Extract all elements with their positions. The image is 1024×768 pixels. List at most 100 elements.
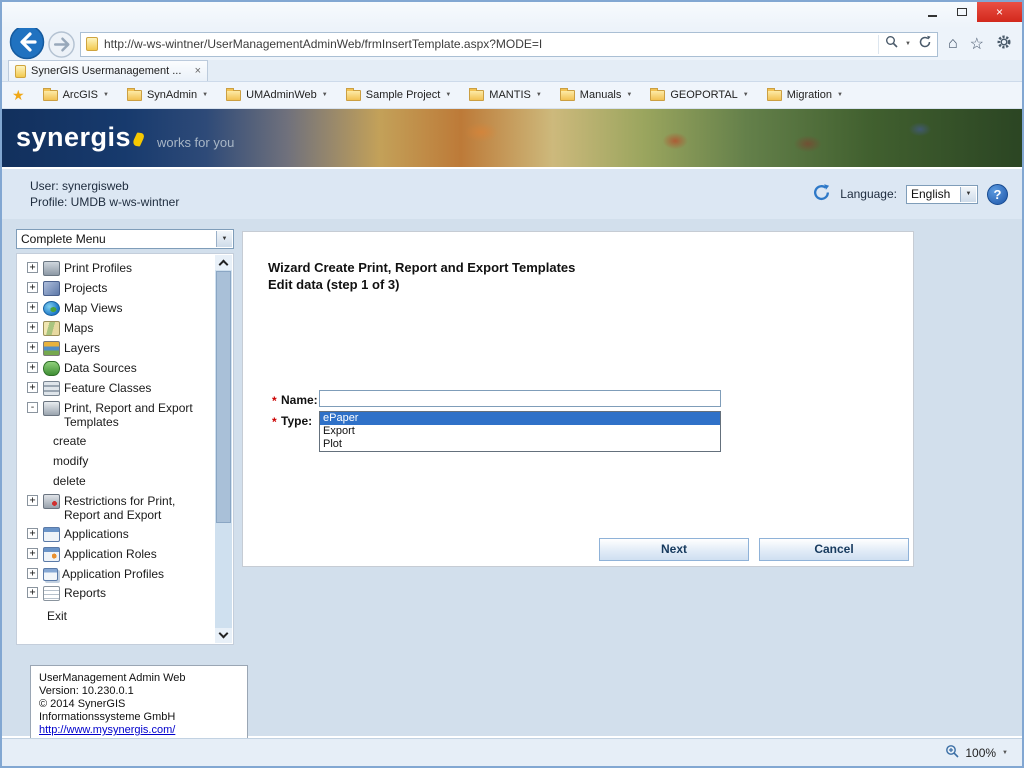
favorites-folder-mantis[interactable]: MANTIS▼ <box>461 86 550 104</box>
footer-line: UserManagement Admin Web <box>39 672 239 685</box>
favorites-bar: ★ ArcGIS▼ SynAdmin▼ UMAdminWeb▼ Sample P… <box>2 82 1022 109</box>
sidebar-item-reports[interactable]: +Reports <box>21 583 213 603</box>
name-input[interactable] <box>319 390 721 407</box>
logo-swoosh-icon <box>131 132 145 146</box>
favorites-folder-geoportal[interactable]: GEOPORTAL▼ <box>642 86 756 104</box>
favorites-star-icon[interactable]: ★ <box>12 87 25 104</box>
sidebar-item-modify[interactable]: modify <box>21 451 213 471</box>
sidebar-item-application-roles[interactable]: +Application Roles <box>21 544 213 564</box>
language-select[interactable]: English ▼ <box>906 185 978 204</box>
forward-button[interactable] <box>46 30 76 58</box>
refresh-icon[interactable] <box>918 35 932 54</box>
sidebar-item-layers[interactable]: +Layers <box>21 338 213 358</box>
sidebar-item-label: create <box>53 434 86 449</box>
minimize-button[interactable] <box>917 2 947 22</box>
favorites-folder-migration[interactable]: Migration▼ <box>759 86 851 104</box>
sidebar-item-projects[interactable]: +Projects <box>21 278 213 298</box>
chevron-down-icon: ▼ <box>445 92 451 98</box>
sidebar-item-print-report-export-templates[interactable]: -Print, Report and Export Templates <box>21 398 213 431</box>
tab-close-icon[interactable]: × <box>195 65 201 77</box>
sidebar-item-maps[interactable]: +Maps <box>21 318 213 338</box>
sidebar-item-applications[interactable]: +Applications <box>21 524 213 544</box>
sidebar-item-feature-classes[interactable]: +Feature Classes <box>21 378 213 398</box>
folder-icon <box>226 90 241 101</box>
sidebar-item-label: Data Sources <box>64 361 137 375</box>
favorites-folder-manuals[interactable]: Manuals▼ <box>552 86 641 104</box>
expand-icon[interactable]: + <box>27 362 38 373</box>
favorites-folder-synadmin[interactable]: SynAdmin▼ <box>119 86 216 104</box>
footer-line: Informationssysteme GmbH <box>39 711 239 724</box>
zoom-control[interactable]: 100% ▼ <box>945 744 1008 761</box>
maximize-button[interactable] <box>947 2 977 22</box>
menu-tree: +Print Profiles +Projects +Map Views +Ma… <box>16 253 234 645</box>
settings-gear-icon[interactable] <box>996 34 1012 55</box>
collapse-icon[interactable]: - <box>27 402 38 413</box>
tab-row: SynerGIS Usermanagement ... × <box>2 60 1022 82</box>
projects-icon <box>43 281 60 296</box>
scroll-down-icon[interactable] <box>215 628 232 643</box>
chevron-down-icon: ▼ <box>202 92 208 98</box>
sidebar-item-label: delete <box>53 474 86 489</box>
favorites-icon[interactable]: ☆ <box>970 34 984 54</box>
scroll-up-icon[interactable] <box>215 255 232 270</box>
help-icon[interactable]: ? <box>987 184 1008 205</box>
favorites-folder-umadminweb[interactable]: UMAdminWeb▼ <box>218 86 336 104</box>
expand-icon[interactable]: + <box>27 548 38 559</box>
chevron-down-icon[interactable]: ▼ <box>905 41 911 47</box>
data-sources-icon <box>43 361 60 376</box>
sidebar-footer: UserManagement Admin Web Version: 10.230… <box>30 665 248 744</box>
back-button[interactable] <box>8 24 46 60</box>
chevron-down-icon: ▼ <box>216 231 232 247</box>
expand-icon[interactable]: + <box>27 587 38 598</box>
expand-icon[interactable]: + <box>27 528 38 539</box>
next-button[interactable]: Next <box>599 538 749 561</box>
content-area: Complete Menu ▼ +Print Profiles +Project… <box>2 219 1022 736</box>
language-label: Language: <box>840 187 897 201</box>
forward-arrow-icon <box>48 31 75 58</box>
home-icon[interactable]: ⌂ <box>948 35 958 53</box>
expand-icon[interactable]: + <box>27 322 38 333</box>
close-button[interactable]: × <box>977 2 1022 22</box>
expand-icon[interactable]: + <box>27 568 38 579</box>
status-bar: 100% ▼ <box>2 738 1022 766</box>
favorites-folder-sample-project[interactable]: Sample Project ▼ <box>338 86 460 104</box>
search-icon[interactable] <box>885 35 898 53</box>
sidebar-item-map-views[interactable]: +Map Views <box>21 298 213 318</box>
type-option-export[interactable]: Export <box>320 425 720 438</box>
sidebar-item-application-profiles[interactable]: + Application Profiles <box>21 564 213 583</box>
chevron-down-icon[interactable]: ▼ <box>1002 750 1008 756</box>
refresh-language-icon[interactable] <box>812 183 831 205</box>
expand-icon[interactable]: + <box>27 495 38 506</box>
sidebar-item-label: Application Profiles <box>62 567 164 581</box>
sidebar-item-create[interactable]: create <box>21 431 213 451</box>
url-text[interactable]: http://w-ws-wintner/UserManagementAdminW… <box>104 37 878 51</box>
browser-tab[interactable]: SynerGIS Usermanagement ... × <box>8 60 208 81</box>
navigation-bar: http://w-ws-wintner/UserManagementAdminW… <box>2 28 1022 60</box>
sidebar-item-print-profiles[interactable]: +Print Profiles <box>21 258 213 278</box>
titlebar: × <box>2 2 1022 28</box>
user-label: User: synergisweb <box>30 178 179 194</box>
sidebar-item-delete[interactable]: delete <box>21 471 213 491</box>
expand-icon[interactable]: + <box>27 262 38 273</box>
chevron-down-icon: ▼ <box>103 92 109 98</box>
scrollbar-thumb[interactable] <box>216 271 231 523</box>
sidebar-item-data-sources[interactable]: + Data Sources <box>21 358 213 378</box>
tree-scrollbar[interactable] <box>215 255 232 643</box>
sidebar-item-exit[interactable]: Exit <box>21 606 213 625</box>
expand-icon[interactable]: + <box>27 302 38 313</box>
type-option-plot[interactable]: Plot <box>320 438 720 451</box>
type-option-epaper[interactable]: ePaper <box>320 412 720 425</box>
menu-select[interactable]: Complete Menu ▼ <box>16 229 234 249</box>
sidebar-item-restrictions[interactable]: +Restrictions for Print, Report and Expo… <box>21 491 213 524</box>
expand-icon[interactable]: + <box>27 382 38 393</box>
wizard-title: Wizard Create Print, Report and Export T… <box>268 260 575 275</box>
expand-icon[interactable]: + <box>27 342 38 353</box>
favorites-folder-arcgis[interactable]: ArcGIS▼ <box>35 86 117 104</box>
cancel-button[interactable]: Cancel <box>759 538 909 561</box>
synergis-link[interactable]: http://www.mysynergis.com/ <box>39 724 175 736</box>
address-bar[interactable]: http://w-ws-wintner/UserManagementAdminW… <box>80 32 938 57</box>
expand-icon[interactable]: + <box>27 282 38 293</box>
sidebar: Complete Menu ▼ +Print Profiles +Project… <box>16 229 234 645</box>
favorites-folder-label: Sample Project <box>366 89 441 101</box>
profile-label: Profile: UMDB w-ws-wintner <box>30 194 179 210</box>
